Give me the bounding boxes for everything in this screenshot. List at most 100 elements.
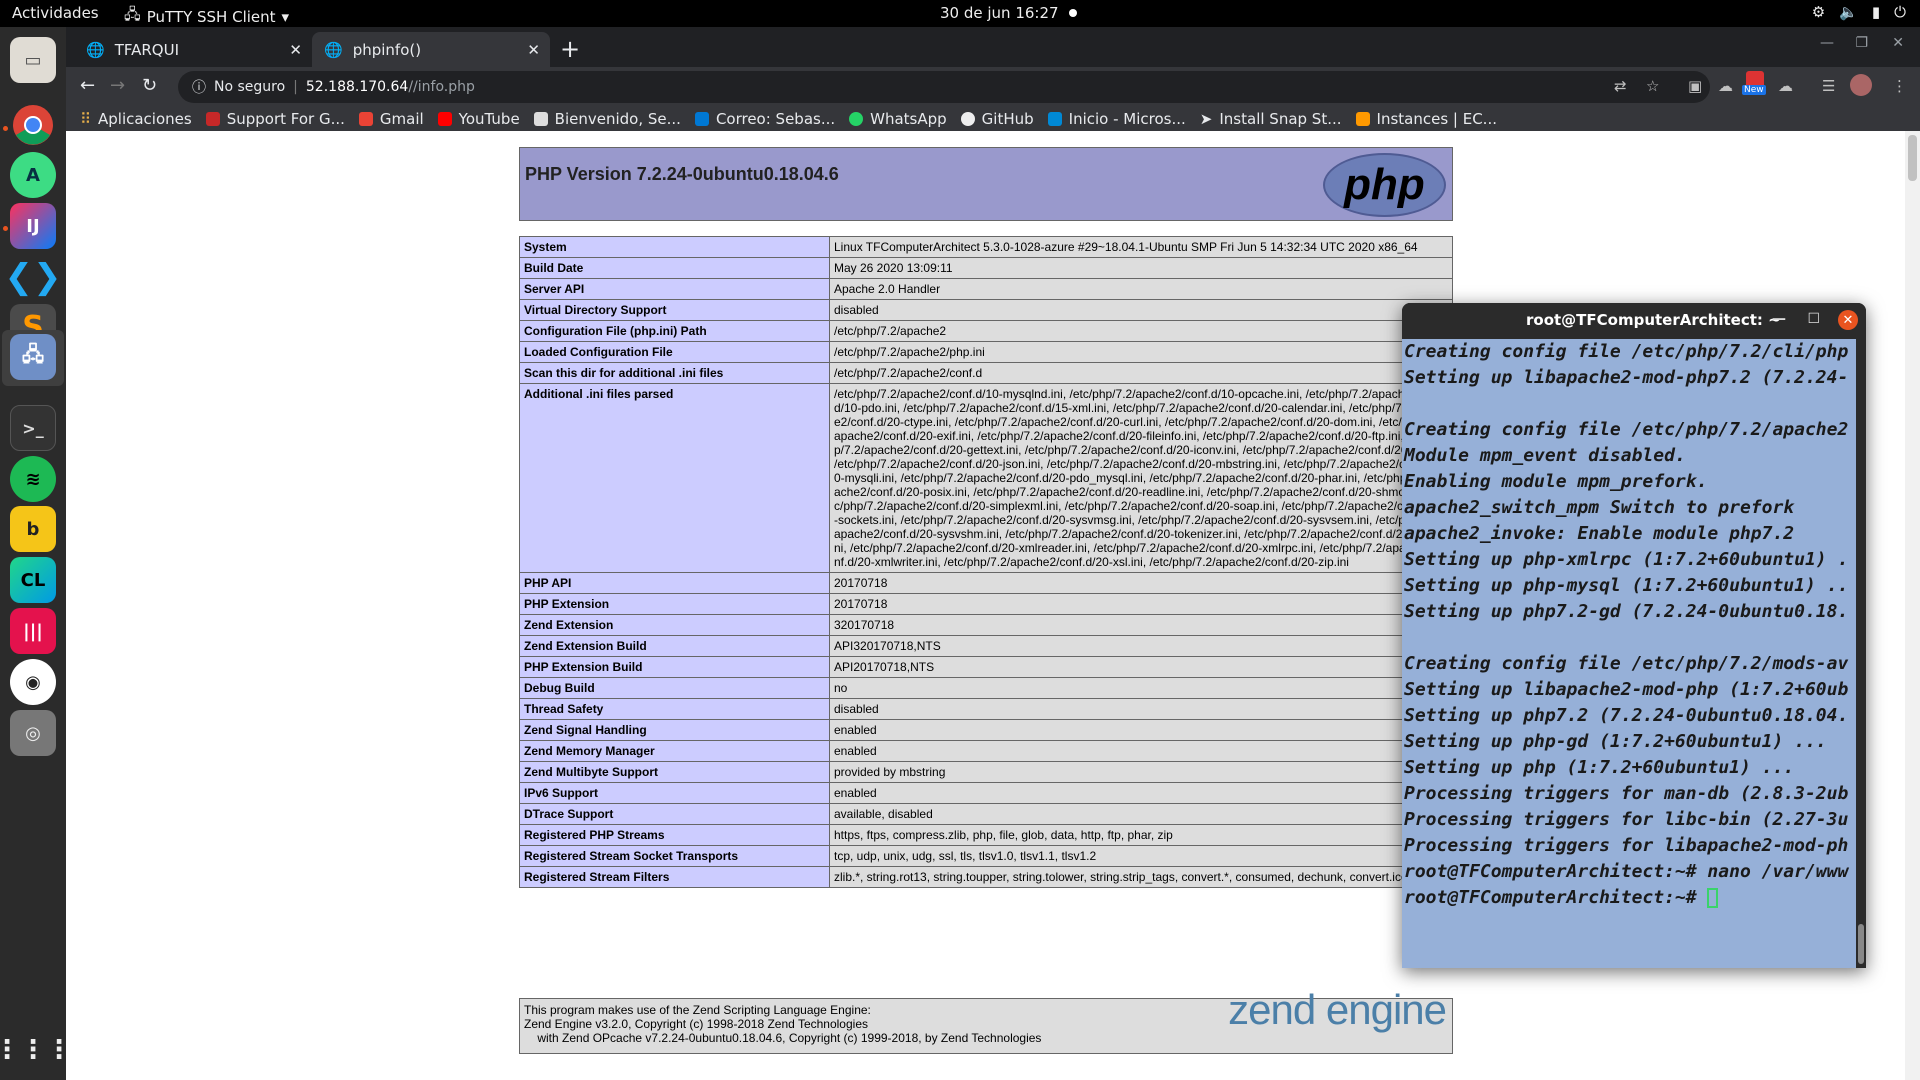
cloud-sync-icon[interactable]: ☁ xyxy=(1778,77,1793,95)
close-icon[interactable]: ✕ xyxy=(1838,310,1858,330)
close-icon[interactable]: ✕ xyxy=(527,41,540,59)
obs-studio-icon[interactable]: ◉ xyxy=(10,659,56,705)
new-tab-button[interactable]: + xyxy=(560,35,580,63)
terminal-title: root@TFComputerArchitect: ~ xyxy=(1526,311,1781,329)
bookmark-item[interactable]: Support For G... xyxy=(205,110,345,128)
vscode-icon[interactable]: ❮❯ xyxy=(5,254,62,300)
zend-engine-logo[interactable]: zend engine xyxy=(1228,989,1447,1031)
toolbar: ← → ↻ ⓘ No seguro | 52.188.170.64//info.… xyxy=(66,67,1920,107)
bookmark-item[interactable]: Gmail xyxy=(358,110,424,128)
back-icon[interactable]: ← xyxy=(80,75,95,96)
show-apps-icon[interactable]: ⋮⋮⋮ xyxy=(0,1027,72,1073)
extension-icon[interactable]: ▣ xyxy=(1688,77,1702,95)
maximize-icon[interactable]: ☐ xyxy=(1807,311,1820,327)
system-tray[interactable]: ⚙ 🔈 ▮ ⏻ xyxy=(1812,3,1906,21)
table-row: PHP API 20170718 xyxy=(519,572,1453,594)
clion-icon[interactable]: CL xyxy=(10,557,56,603)
table-row: Scan this dir for additional .ini files /… xyxy=(519,362,1453,384)
extension-new-icon[interactable]: New xyxy=(1742,71,1766,95)
table-row: Loaded Configuration File/etc/php/7.2/ap… xyxy=(519,341,1453,363)
row-value: API320170718,NTS xyxy=(829,635,1453,657)
dock: ▭ A IJ ❮❯ S 🖧 >_ ≋ b CL ||| ◉ ◎ ⋮⋮⋮ xyxy=(0,27,72,1080)
bookmark-item[interactable]: Bienvenido, Se... xyxy=(533,110,681,128)
row-value: /etc/php/7.2/apache2 xyxy=(829,320,1453,342)
app-menu[interactable]: 🖧 PuTTY SSH Client ▾ xyxy=(124,4,289,29)
table-row: IPv6 Support enabled xyxy=(519,782,1453,804)
page-scrollbar[interactable] xyxy=(1905,131,1920,1080)
translate-icon[interactable]: ⇄ xyxy=(1614,77,1627,95)
bookmark-item[interactable]: Instances | EC... xyxy=(1355,110,1497,128)
bookmark-item[interactable]: Correo: Sebas... xyxy=(694,110,835,128)
php-logo[interactable]: php xyxy=(1323,153,1446,217)
row-value: 320170718 xyxy=(829,614,1453,636)
table-row: Thread Safety disabled xyxy=(519,698,1453,720)
row-value: tcp, udp, unix, udg, ssl, tls, tlsv1.0, … xyxy=(829,845,1453,867)
media-icon[interactable]: ☰ xyxy=(1822,77,1835,95)
minimize-icon[interactable]: — xyxy=(1772,311,1786,327)
tab-tfarqui[interactable]: 🌐 TFARQUI ✕ xyxy=(74,32,312,67)
terminal-prompt-line: root@TFComputerArchitect:~# xyxy=(1402,885,1856,911)
close-icon[interactable]: ✕ xyxy=(289,41,302,59)
android-studio-icon[interactable]: A xyxy=(10,152,56,198)
terminal-titlebar[interactable]: root@TFComputerArchitect: ~ — ☐ ✕ xyxy=(1402,303,1866,339)
bitwarden-icon[interactable]: b xyxy=(10,506,56,552)
close-window-icon[interactable]: ✕ xyxy=(1892,35,1904,51)
terminal-icon[interactable]: >_ xyxy=(10,405,56,451)
power-icon[interactable]: ⏻ xyxy=(1894,3,1906,21)
battery-icon[interactable]: ▮ xyxy=(1872,3,1880,21)
star-icon[interactable]: ☆ xyxy=(1646,77,1659,95)
reload-icon[interactable]: ↻ xyxy=(142,75,157,96)
cloud-icon[interactable]: ☁ xyxy=(1718,77,1733,95)
whatsapp-icon xyxy=(849,112,864,126)
menu-icon[interactable]: ⋮ xyxy=(1892,77,1907,95)
bookmark-apps[interactable]: ⠿ Aplicaciones xyxy=(80,110,192,128)
bookmark-item[interactable]: YouTube xyxy=(437,110,520,128)
network-icon[interactable]: ⚙ xyxy=(1812,3,1825,21)
row-key: Registered Stream Socket Transports xyxy=(519,845,830,867)
url-path: //info.php xyxy=(408,79,475,95)
deezer-icon[interactable]: ||| xyxy=(10,608,56,654)
row-key: Zend Extension Build xyxy=(519,635,830,657)
table-row: Zend Extension 320170718 xyxy=(519,614,1453,636)
disk-icon[interactable]: ◎ xyxy=(10,710,56,756)
chrome-icon[interactable] xyxy=(10,102,56,148)
table-row: Zend Multibyte Support provided by mbstri… xyxy=(519,761,1453,783)
putty-icon[interactable]: 🖧 xyxy=(10,334,56,380)
bookmark-item[interactable]: Inicio - Micros... xyxy=(1047,110,1186,128)
volume-icon[interactable]: 🔈 xyxy=(1839,3,1858,21)
terminal-line: Processing triggers for libapache2-mod-p… xyxy=(1404,835,1849,856)
files-icon[interactable]: ▭ xyxy=(10,37,56,83)
spotify-icon[interactable]: ≋ xyxy=(10,456,56,502)
clock[interactable]: 30 de jun 16:27 xyxy=(940,4,1077,22)
table-row: Server API Apache 2.0 Handler xyxy=(519,278,1453,300)
row-key: Server API xyxy=(519,278,830,300)
bookmark-item[interactable]: WhatsApp xyxy=(849,110,947,128)
tab-phpinfo[interactable]: 🌐 phpinfo() ✕ xyxy=(312,32,550,67)
forward-icon[interactable]: → xyxy=(110,75,125,96)
terminal-prompt: root@TFComputerArchitect:~# xyxy=(1404,887,1708,908)
terminal-line: root@TFComputerArchitect:~# nano /var/ww… xyxy=(1404,861,1849,882)
terminal-line: Setting up php-gd (1:7.2+60ubuntu1) ... xyxy=(1404,731,1827,752)
terminal-scrollbar[interactable] xyxy=(1856,339,1866,968)
row-key: Virtual Directory Support xyxy=(519,299,830,321)
minimize-icon[interactable]: — xyxy=(1820,35,1834,51)
activities-button[interactable]: Actividades xyxy=(12,4,99,22)
row-key: Configuration File (php.ini) Path xyxy=(519,320,830,342)
row-key: Zend Extension xyxy=(519,614,830,636)
bookmark-item[interactable]: ➤ Install Snap St... xyxy=(1200,110,1342,128)
bookmark-item[interactable]: GitHub xyxy=(960,110,1034,128)
address-bar[interactable]: ⓘ No seguro | 52.188.170.64//info.php xyxy=(178,71,1710,103)
terminal-output[interactable]: Creating config file /etc/php/7.2/cli/ph… xyxy=(1402,339,1856,968)
row-value: available, disabled xyxy=(829,803,1453,825)
row-key: Registered PHP Streams xyxy=(519,824,830,846)
row-value: Linux TFComputerArchitect 5.3.0-1028-azu… xyxy=(829,236,1453,258)
scrollbar-thumb[interactable] xyxy=(1908,135,1917,181)
row-value: /etc/php/7.2/apache2/conf.d/10-mysqlnd.i… xyxy=(829,383,1453,573)
info-icon[interactable]: ⓘ xyxy=(192,77,206,97)
scrollbar-thumb[interactable] xyxy=(1858,924,1864,964)
youtube-icon xyxy=(437,112,452,126)
intellij-icon[interactable]: IJ xyxy=(10,203,56,249)
avatar[interactable] xyxy=(1850,74,1872,96)
globe-icon: 🌐 xyxy=(324,40,343,59)
restore-icon[interactable]: ❐ xyxy=(1855,35,1868,51)
